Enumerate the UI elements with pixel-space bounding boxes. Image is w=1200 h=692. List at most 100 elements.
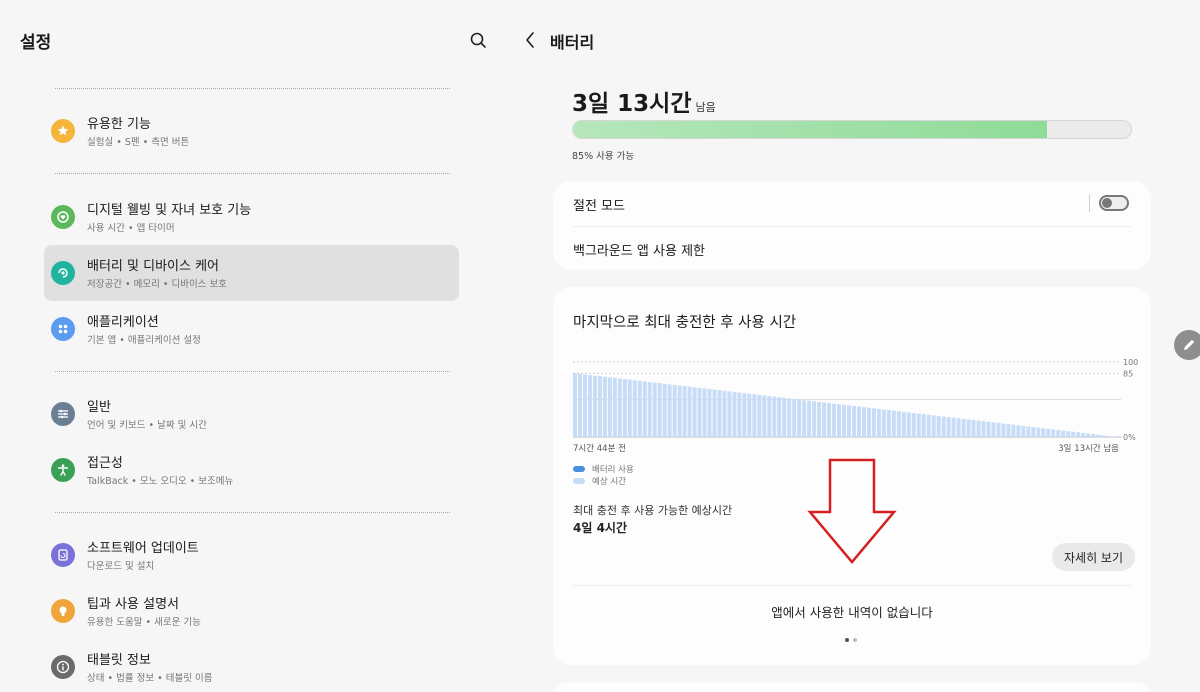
estimate-bar: [1026, 426, 1031, 437]
estimate-bar: [1021, 425, 1026, 437]
divider: [55, 173, 450, 174]
usage-title: 마지막으로 최대 충전한 후 사용 시간: [573, 315, 797, 331]
pencil-icon: [1184, 339, 1195, 350]
estimate-bar: [906, 412, 911, 437]
estimate-bar: [752, 394, 757, 437]
battery-usage-chart: 100 85 0% 7시간 44분 전 3일 13시간 남음: [573, 358, 1138, 454]
estimate-bar: [622, 379, 627, 437]
estimate-bar: [682, 386, 687, 437]
search-button[interactable]: [466, 28, 490, 52]
estimate-bar: [602, 376, 607, 437]
estimate-bar: [662, 383, 667, 437]
estimate-bar: [876, 408, 881, 437]
estimate-bar: [812, 401, 817, 437]
update-icon: [51, 543, 75, 567]
estimate-bar: [627, 379, 632, 437]
estimate-bar: [697, 387, 702, 437]
legend-label: 배터리 사용: [592, 465, 634, 475]
estimate-bar: [861, 407, 866, 437]
estimate-bar: [851, 406, 856, 437]
menu-item-title: 일반: [87, 400, 111, 415]
estimate-bar: [832, 403, 837, 437]
next-card: [553, 682, 1151, 692]
page-title: 배터리: [550, 33, 595, 52]
estimate-bar: [1056, 429, 1061, 437]
menu-item-subtitle: 유용한 도움말 • 새로운 기능: [87, 617, 201, 628]
x-tick-label: 3일 13시간 남음: [1058, 443, 1119, 454]
estimate-bar: [637, 380, 642, 437]
estimate-bar: [1001, 423, 1006, 437]
menu-item-software-update[interactable]: 소프트웨어 업데이트 다운로드 및 설치: [44, 527, 459, 583]
remaining-time: 3일 13시간: [572, 91, 692, 117]
remaining-suffix: 남음: [695, 101, 716, 114]
battery-level-label: 85% 사용 가능: [572, 151, 635, 162]
power-saving-toggle[interactable]: [1099, 195, 1129, 211]
back-button[interactable]: [520, 28, 542, 52]
divider: [55, 88, 450, 89]
estimate-bar: [1036, 427, 1041, 437]
estimate-bar: [956, 418, 961, 437]
menu-item-title: 유용한 기능: [87, 117, 151, 132]
menu-item-useful-features[interactable]: 유용한 기능 실험실 • S펜 • 측면 버튼: [44, 103, 459, 159]
estimate-bar: [926, 414, 931, 437]
menu-item-title: 소프트웨어 업데이트: [87, 541, 199, 556]
estimate-bar: [1016, 425, 1021, 437]
menu-item-title: 접근성: [87, 456, 123, 471]
estimate-bar: [911, 413, 916, 437]
menu-item-applications[interactable]: 애플리케이션 기본 앱 • 애플리케이션 설정: [44, 301, 459, 357]
edit-button[interactable]: [1174, 330, 1200, 360]
menu-item-general[interactable]: 일반 언어 및 키보드 • 날짜 및 시간: [44, 386, 459, 442]
view-details-button[interactable]: 자세히 보기: [1052, 543, 1135, 571]
estimate-bar: [767, 396, 772, 437]
menu-item-battery-device-care[interactable]: 배터리 및 디바이스 케어 저장공간 • 메모리 • 디바이스 보호: [44, 245, 459, 301]
estimate-bar: [657, 383, 662, 437]
estimate-bar: [747, 393, 752, 437]
estimate-bar: [936, 415, 941, 437]
estimate-bar: [981, 421, 986, 437]
search-icon: [470, 32, 486, 48]
estimate-bar: [986, 421, 991, 437]
estimate-bar: [607, 377, 612, 437]
divider: [573, 226, 1131, 227]
menu-item-subtitle: 기본 앱 • 애플리케이션 설정: [87, 335, 201, 346]
menu-item-accessibility[interactable]: 접근성 TalkBack • 모노 오디오 • 보조메뉴: [44, 442, 459, 498]
estimate-bar: [871, 408, 876, 437]
legend-item-estimate: 예상 시간: [573, 475, 634, 487]
menu-item-digital-wellbeing[interactable]: 디지털 웰빙 및 자녀 보호 기능 사용 시간 • 앱 타이머: [44, 189, 459, 245]
estimate-bar: [976, 420, 981, 437]
estimate-bar: [722, 390, 727, 437]
estimate-bar: [782, 397, 787, 437]
estimate-bar: [891, 410, 896, 437]
menu-item-tablet-info[interactable]: 태블릿 정보 상태 • 법률 정보 • 태블릿 이름: [44, 639, 459, 692]
estimate-bar: [1086, 433, 1091, 437]
estimate-bar: [822, 402, 827, 437]
power-saving-label[interactable]: 절전 모드: [573, 195, 625, 214]
estimate-bar: [1106, 435, 1111, 437]
estimate-bar: [577, 373, 582, 437]
estimate-bar: [712, 389, 717, 437]
estimate-bar: [757, 394, 762, 437]
estimate-bar: [582, 374, 587, 437]
estimate-bar: [772, 396, 777, 437]
estimate-bar: [847, 405, 851, 437]
estimate-bar: [573, 373, 577, 437]
menu-item-title: 태블릿 정보: [87, 653, 151, 668]
estimate-bar: [677, 385, 682, 437]
estimate-bar: [587, 375, 592, 437]
settings-pane: 설정 유용한 기능 실험실 • S펜 • 측면 버튼 디지털 웰빙 및 자녀 보…: [0, 0, 510, 692]
divider: [55, 512, 450, 513]
estimate-bar: [652, 382, 657, 437]
estimate-bar: [702, 388, 707, 437]
settings-title: 설정: [20, 33, 52, 53]
chart-legend: 배터리 사용 예상 시간: [573, 463, 634, 487]
power-card: 절전 모드 백그라운드 앱 사용 제한: [553, 181, 1151, 270]
estimate-bar: [827, 403, 832, 437]
background-limit-item[interactable]: 백그라운드 앱 사용 제한: [573, 240, 705, 259]
menu-item-title: 팁과 사용 설명서: [87, 597, 179, 612]
estimate-bar: [996, 422, 1001, 437]
page-indicator[interactable]: [845, 638, 857, 642]
estimate-bar: [762, 395, 767, 437]
menu-item-tips[interactable]: 팁과 사용 설명서 유용한 도움말 • 새로운 기능: [44, 583, 459, 639]
estimate-bar: [707, 389, 712, 437]
toggle-separator: [1089, 194, 1090, 212]
